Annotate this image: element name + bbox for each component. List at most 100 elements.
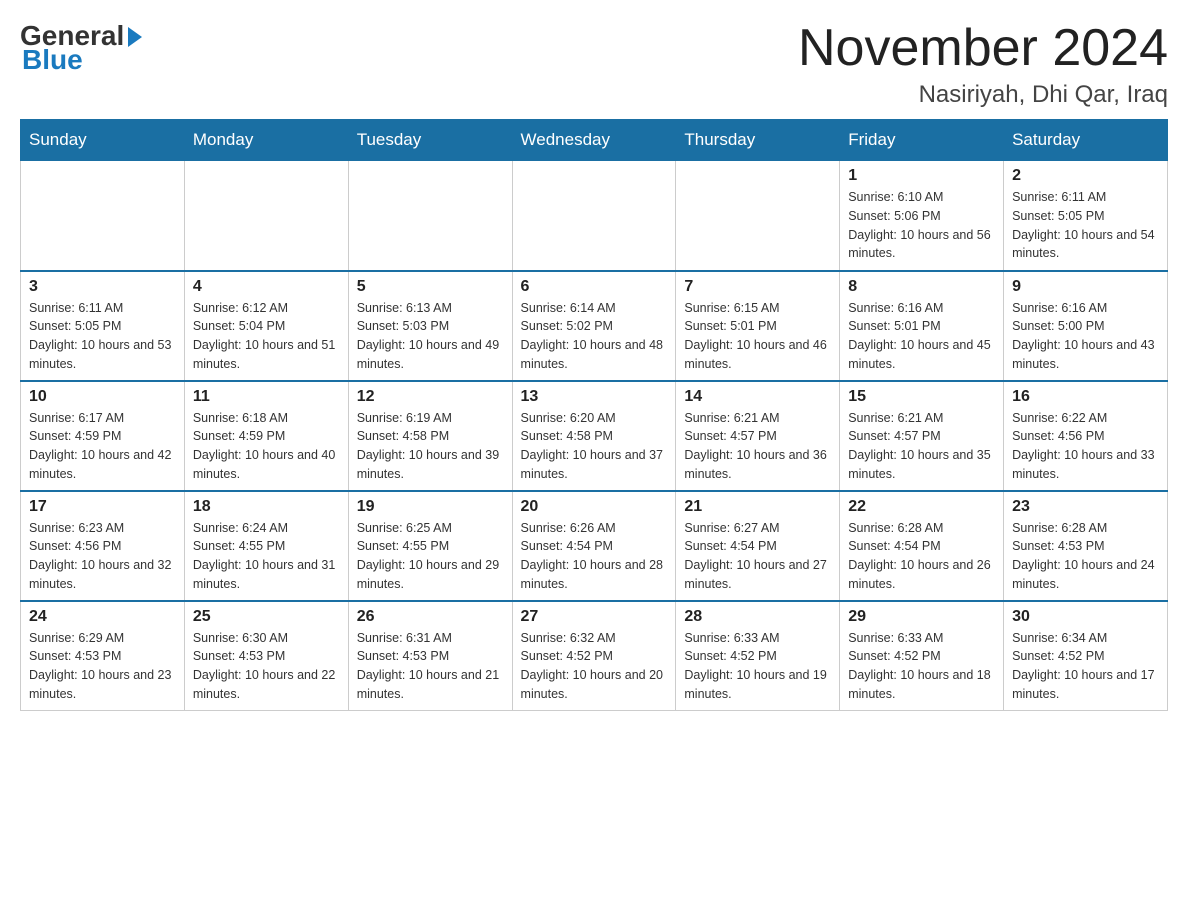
day-number: 21 <box>684 498 831 516</box>
day-number: 8 <box>848 278 995 296</box>
day-number: 1 <box>848 167 995 185</box>
calendar-table: SundayMondayTuesdayWednesdayThursdayFrid… <box>20 119 1168 711</box>
weekday-header-saturday: Saturday <box>1004 120 1168 161</box>
day-info: Sunrise: 6:27 AMSunset: 4:54 PMDaylight:… <box>684 519 831 594</box>
day-number: 10 <box>29 388 176 406</box>
weekday-header-wednesday: Wednesday <box>512 120 676 161</box>
day-number: 11 <box>193 388 340 406</box>
logo: General Blue <box>20 20 142 76</box>
week-row-1: 1 Sunrise: 6:10 AMSunset: 5:06 PMDaylight… <box>21 161 1168 271</box>
day-info: Sunrise: 6:19 AMSunset: 4:58 PMDaylight:… <box>357 409 504 484</box>
day-number: 12 <box>357 388 504 406</box>
day-info: Sunrise: 6:13 AMSunset: 5:03 PMDaylight:… <box>357 299 504 374</box>
calendar-cell: 25 Sunrise: 6:30 AMSunset: 4:53 PMDayligh… <box>184 601 348 711</box>
day-number: 7 <box>684 278 831 296</box>
weekday-header-monday: Monday <box>184 120 348 161</box>
calendar-cell <box>348 161 512 271</box>
day-info: Sunrise: 6:16 AMSunset: 5:01 PMDaylight:… <box>848 299 995 374</box>
week-row-3: 10 Sunrise: 6:17 AMSunset: 4:59 PMDayligh… <box>21 381 1168 491</box>
day-info: Sunrise: 6:20 AMSunset: 4:58 PMDaylight:… <box>521 409 668 484</box>
day-number: 13 <box>521 388 668 406</box>
calendar-cell: 24Sunrise: 6:29 AMSunset: 4:53 PMDayligh… <box>21 601 185 711</box>
day-info: Sunrise: 6:34 AMSunset: 4:52 PMDaylight:… <box>1012 629 1159 704</box>
day-info: Sunrise: 6:14 AMSunset: 5:02 PMDaylight:… <box>521 299 668 374</box>
calendar-cell: 27Sunrise: 6:32 AMSunset: 4:52 PMDayligh… <box>512 601 676 711</box>
day-info: Sunrise: 6:33 AMSunset: 4:52 PMDaylight:… <box>684 629 831 704</box>
day-info: Sunrise: 6:18 AMSunset: 4:59 PMDaylight:… <box>193 409 340 484</box>
weekday-header-friday: Friday <box>840 120 1004 161</box>
day-info: Sunrise: 6:21 AMSunset: 4:57 PMDaylight:… <box>684 409 831 484</box>
day-info: Sunrise: 6:12 AMSunset: 5:04 PMDaylight:… <box>193 299 340 374</box>
day-number: 18 <box>193 498 340 516</box>
calendar-cell: 10 Sunrise: 6:17 AMSunset: 4:59 PMDayligh… <box>21 381 185 491</box>
day-info: Sunrise: 6:28 AMSunset: 4:53 PMDaylight:… <box>1012 519 1159 594</box>
day-number: 2 <box>1012 167 1159 185</box>
calendar-cell: 30 Sunrise: 6:34 AMSunset: 4:52 PMDayligh… <box>1004 601 1168 711</box>
day-info: Sunrise: 6:33 AMSunset: 4:52 PMDaylight:… <box>848 629 995 704</box>
week-row-2: 3 Sunrise: 6:11 AMSunset: 5:05 PMDaylight… <box>21 271 1168 381</box>
day-info: Sunrise: 6:10 AMSunset: 5:06 PMDaylight:… <box>848 188 995 263</box>
day-info: Sunrise: 6:28 AMSunset: 4:54 PMDaylight:… <box>848 519 995 594</box>
calendar-cell: 19 Sunrise: 6:25 AMSunset: 4:55 PMDayligh… <box>348 491 512 601</box>
weekday-header-tuesday: Tuesday <box>348 120 512 161</box>
day-number: 28 <box>684 608 831 626</box>
day-info: Sunrise: 6:30 AMSunset: 4:53 PMDaylight:… <box>193 629 340 704</box>
day-info: Sunrise: 6:22 AMSunset: 4:56 PMDaylight:… <box>1012 409 1159 484</box>
day-number: 14 <box>684 388 831 406</box>
calendar-cell: 17 Sunrise: 6:23 AMSunset: 4:56 PMDayligh… <box>21 491 185 601</box>
calendar-cell: 9 Sunrise: 6:16 AMSunset: 5:00 PMDaylight… <box>1004 271 1168 381</box>
day-number: 19 <box>357 498 504 516</box>
calendar-cell: 12 Sunrise: 6:19 AMSunset: 4:58 PMDayligh… <box>348 381 512 491</box>
day-info: Sunrise: 6:32 AMSunset: 4:52 PMDaylight:… <box>521 629 668 704</box>
calendar-cell: 11 Sunrise: 6:18 AMSunset: 4:59 PMDayligh… <box>184 381 348 491</box>
day-number: 24 <box>29 608 176 626</box>
calendar-cell: 14 Sunrise: 6:21 AMSunset: 4:57 PMDayligh… <box>676 381 840 491</box>
calendar-cell: 20 Sunrise: 6:26 AMSunset: 4:54 PMDayligh… <box>512 491 676 601</box>
day-number: 29 <box>848 608 995 626</box>
calendar-cell: 3 Sunrise: 6:11 AMSunset: 5:05 PMDaylight… <box>21 271 185 381</box>
day-number: 25 <box>193 608 340 626</box>
calendar-cell: 23 Sunrise: 6:28 AMSunset: 4:53 PMDayligh… <box>1004 491 1168 601</box>
logo-blue-text: Blue <box>22 44 83 76</box>
calendar-cell <box>184 161 348 271</box>
day-number: 9 <box>1012 278 1159 296</box>
calendar-cell: 6Sunrise: 6:14 AMSunset: 5:02 PMDaylight… <box>512 271 676 381</box>
day-info: Sunrise: 6:26 AMSunset: 4:54 PMDaylight:… <box>521 519 668 594</box>
calendar-cell: 4Sunrise: 6:12 AMSunset: 5:04 PMDaylight… <box>184 271 348 381</box>
day-info: Sunrise: 6:25 AMSunset: 4:55 PMDaylight:… <box>357 519 504 594</box>
day-number: 3 <box>29 278 176 296</box>
day-number: 17 <box>29 498 176 516</box>
day-number: 20 <box>521 498 668 516</box>
calendar-cell: 5 Sunrise: 6:13 AMSunset: 5:03 PMDaylight… <box>348 271 512 381</box>
weekday-header-sunday: Sunday <box>21 120 185 161</box>
calendar-cell: 8 Sunrise: 6:16 AMSunset: 5:01 PMDaylight… <box>840 271 1004 381</box>
calendar-cell: 18 Sunrise: 6:24 AMSunset: 4:55 PMDayligh… <box>184 491 348 601</box>
day-number: 16 <box>1012 388 1159 406</box>
calendar-cell: 1 Sunrise: 6:10 AMSunset: 5:06 PMDaylight… <box>840 161 1004 271</box>
day-number: 26 <box>357 608 504 626</box>
day-info: Sunrise: 6:17 AMSunset: 4:59 PMDaylight:… <box>29 409 176 484</box>
day-number: 22 <box>848 498 995 516</box>
day-info: Sunrise: 6:15 AMSunset: 5:01 PMDaylight:… <box>684 299 831 374</box>
calendar-cell <box>21 161 185 271</box>
day-info: Sunrise: 6:23 AMSunset: 4:56 PMDaylight:… <box>29 519 176 594</box>
calendar-cell: 7 Sunrise: 6:15 AMSunset: 5:01 PMDaylight… <box>676 271 840 381</box>
day-info: Sunrise: 6:24 AMSunset: 4:55 PMDaylight:… <box>193 519 340 594</box>
calendar-cell: 28 Sunrise: 6:33 AMSunset: 4:52 PMDayligh… <box>676 601 840 711</box>
location-title: Nasiriyah, Dhi Qar, Iraq <box>798 81 1168 109</box>
day-info: Sunrise: 6:11 AMSunset: 5:05 PMDaylight:… <box>1012 188 1159 263</box>
calendar-cell: 21 Sunrise: 6:27 AMSunset: 4:54 PMDayligh… <box>676 491 840 601</box>
page-header: General Blue November 2024 Nasiriyah, Dh… <box>20 20 1168 109</box>
calendar-cell: 15Sunrise: 6:21 AMSunset: 4:57 PMDayligh… <box>840 381 1004 491</box>
week-row-4: 17 Sunrise: 6:23 AMSunset: 4:56 PMDayligh… <box>21 491 1168 601</box>
day-info: Sunrise: 6:16 AMSunset: 5:00 PMDaylight:… <box>1012 299 1159 374</box>
calendar-cell <box>512 161 676 271</box>
day-number: 23 <box>1012 498 1159 516</box>
day-number: 30 <box>1012 608 1159 626</box>
day-info: Sunrise: 6:11 AMSunset: 5:05 PMDaylight:… <box>29 299 176 374</box>
day-number: 5 <box>357 278 504 296</box>
calendar-header-row: SundayMondayTuesdayWednesdayThursdayFrid… <box>21 120 1168 161</box>
logo-arrow-icon <box>128 27 142 47</box>
calendar-cell: 13 Sunrise: 6:20 AMSunset: 4:58 PMDayligh… <box>512 381 676 491</box>
weekday-header-thursday: Thursday <box>676 120 840 161</box>
